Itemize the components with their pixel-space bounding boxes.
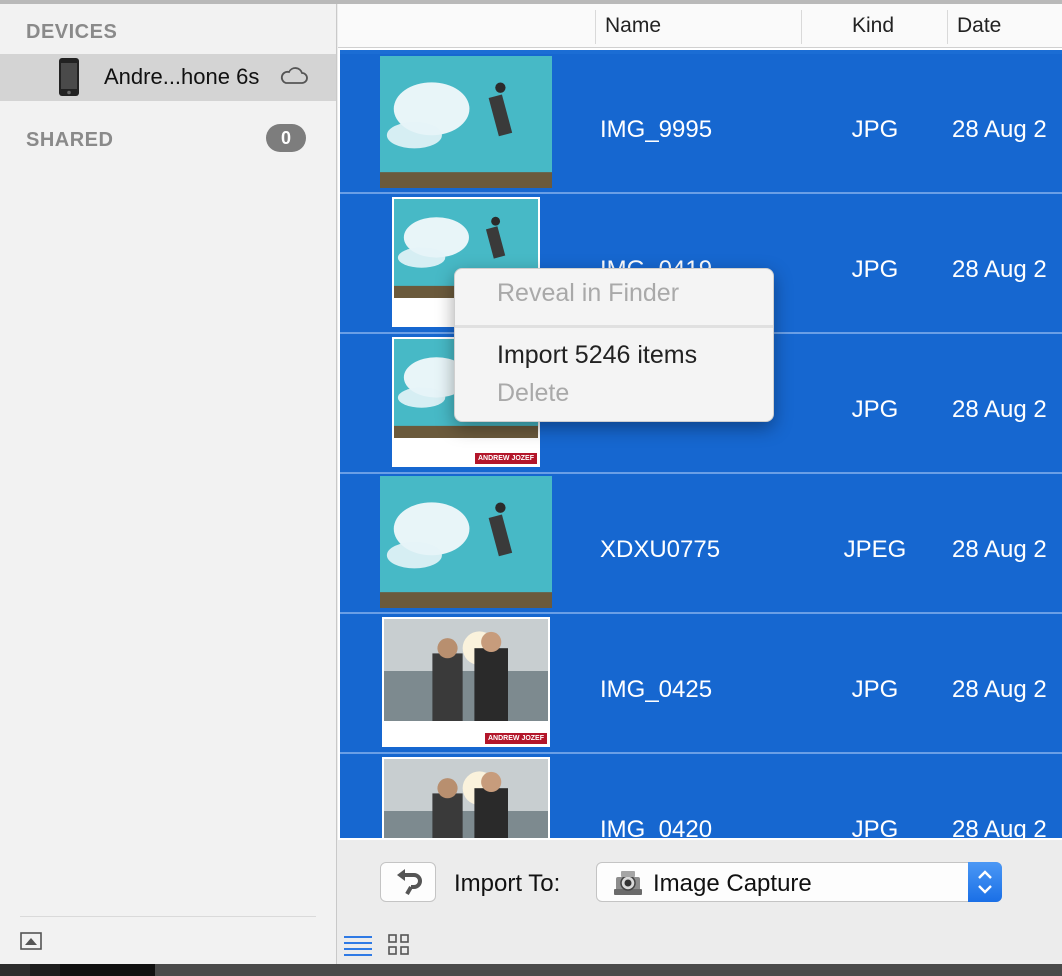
row-date: 28 Aug 2 (952, 816, 1047, 840)
row-date: 28 Aug 2 (952, 116, 1047, 143)
menu-item-import[interactable]: Import 5246 items (497, 341, 697, 370)
destination-label: Image Capture (653, 870, 812, 897)
sidebar: DEVICES Andre...hone 6s SHARED 0 (0, 4, 337, 964)
shared-count-badge: 0 (266, 124, 306, 152)
sidebar-toggle-icon[interactable] (20, 932, 42, 950)
chevron-updown-icon (978, 870, 992, 894)
menu-item-reveal-in-finder[interactable]: Reveal in Finder (497, 279, 679, 308)
menu-item-delete[interactable]: Delete (497, 379, 569, 408)
import-destination-select[interactable]: Image Capture (596, 862, 1002, 902)
row-date: 28 Aug 2 (952, 536, 1047, 563)
devices-heading: DEVICES (26, 21, 118, 43)
row-kind: JPEG (843, 536, 907, 563)
watermark-logo: ANDREW JOZEF (475, 453, 537, 464)
table-row[interactable]: ANDREW JOZEF IMG_0425 JPG 28 Aug 2 (340, 614, 1062, 754)
row-name: IMG_0420 (600, 816, 713, 840)
photo-thumbnail (380, 476, 552, 608)
column-separator (595, 10, 596, 44)
row-kind: JPG (851, 256, 899, 283)
table-row[interactable]: XDXU0775 JPEG 28 Aug 2 (340, 474, 1062, 614)
row-name: IMG_9995 (600, 116, 713, 143)
row-date: 28 Aug 2 (952, 256, 1047, 283)
menu-separator (455, 325, 773, 328)
row-kind: JPG (851, 116, 899, 143)
image-capture-window: DEVICES Andre...hone 6s SHARED 0 Name Ki… (0, 0, 1062, 964)
dock-strip (0, 964, 1062, 976)
rotate-left-icon (397, 869, 422, 895)
column-separator (947, 10, 948, 44)
column-separator (801, 10, 802, 44)
photo-thumbnail (380, 56, 552, 188)
row-date: 28 Aug 2 (952, 676, 1047, 703)
column-header-date[interactable]: Date (957, 14, 1001, 38)
row-kind: JPG (851, 816, 899, 840)
sidebar-divider (20, 916, 316, 917)
watermark-logo: ANDREW JOZEF (485, 733, 547, 744)
table-row[interactable]: IMG_9995 JPG 28 Aug 2 (340, 54, 1062, 194)
iphone-icon (59, 58, 79, 96)
rotate-button[interactable] (380, 862, 436, 902)
sidebar-item-device[interactable]: Andre...hone 6s (0, 54, 336, 101)
row-name: XDXU0775 (600, 536, 721, 563)
table-row[interactable]: IMG_0420 JPG 28 Aug 2 (340, 754, 1062, 840)
row-kind: JPG (851, 396, 899, 423)
device-name: Andre...hone 6s (104, 64, 260, 89)
context-menu: Reveal in Finder Import 5246 items Delet… (454, 268, 774, 422)
row-date: 28 Aug 2 (952, 396, 1047, 423)
image-capture-app-icon (614, 871, 642, 895)
column-header-kind[interactable]: Kind (852, 14, 894, 38)
cloud-icon (280, 67, 308, 84)
table-header: Name Kind Date (338, 4, 1062, 48)
row-kind: JPG (851, 676, 899, 703)
photo-thumbnail (382, 757, 550, 838)
photo-list[interactable]: IMG_9995JPG28 Aug 2IMG_0419JPG28 Aug 2AN… (338, 48, 1062, 840)
import-to-label: Import To: (454, 870, 561, 897)
photo-thumbnail: ANDREW JOZEF (382, 617, 550, 747)
footer-toolbar: Import To: Image Capture (338, 840, 1062, 964)
list-view-icon[interactable] (344, 934, 372, 956)
row-name: IMG_0425 (600, 676, 713, 703)
grid-view-icon[interactable] (388, 934, 410, 956)
column-header-name[interactable]: Name (605, 14, 661, 38)
select-stepper[interactable] (968, 862, 1002, 902)
shared-heading: SHARED (26, 129, 114, 151)
